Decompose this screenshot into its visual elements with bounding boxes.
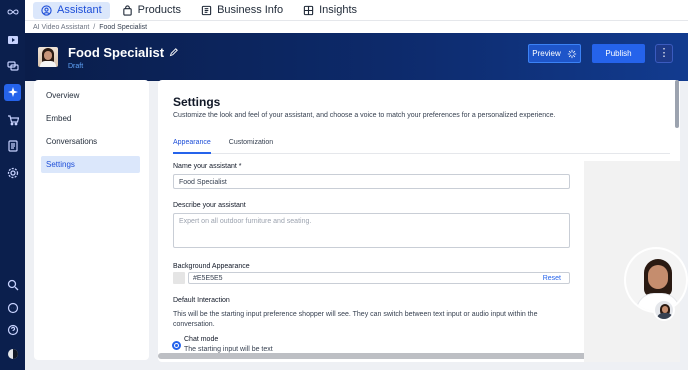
settings-tabs: Appearance Customization: [173, 136, 670, 154]
document-icon[interactable]: [4, 137, 21, 154]
user-avatar-icon[interactable]: [4, 345, 21, 362]
bag-icon: [122, 4, 132, 16]
pencil-icon[interactable]: [169, 48, 178, 57]
reset-button[interactable]: Reset: [543, 275, 561, 282]
tab-insights[interactable]: Insights: [295, 2, 365, 19]
breadcrumb-current: Food Specialist: [99, 23, 148, 31]
book-icon: [201, 5, 212, 15]
tab-assistant[interactable]: Assistant: [33, 1, 110, 19]
tab-customization[interactable]: Customization: [229, 136, 273, 154]
preview-label: Preview: [532, 49, 561, 58]
horizontal-scrollbar[interactable]: [158, 353, 620, 359]
publish-button[interactable]: Publish: [592, 44, 645, 63]
assistant-name: Food Specialist: [68, 45, 165, 60]
tab-label: Insights: [319, 4, 358, 16]
left-rail: [0, 0, 25, 370]
status-badge: Draft: [68, 63, 84, 70]
subnav-item-overview[interactable]: Overview: [41, 87, 140, 104]
sparkle-icon: [567, 49, 576, 58]
tab-business-info[interactable]: Business Info: [193, 2, 291, 19]
cart-icon[interactable]: [4, 111, 21, 128]
preview-button[interactable]: Preview: [528, 44, 581, 63]
background-label: Background Appearance: [173, 263, 250, 270]
chat-mode-subtitle: The starting input will be text: [184, 346, 273, 353]
chat-mode-radio[interactable]: [172, 341, 181, 350]
interaction-help-text: This will be the starting input preferen…: [173, 311, 538, 328]
chat-bubbles-icon[interactable]: [4, 57, 21, 74]
describe-label: Describe your assistant: [173, 202, 246, 209]
assistant-icon: [41, 4, 52, 16]
video-icon[interactable]: [4, 31, 21, 48]
mini-avatar[interactable]: [653, 299, 675, 321]
breadcrumb-root[interactable]: AI Video Assistant: [33, 24, 89, 31]
infinity-logo-icon[interactable]: [4, 3, 21, 20]
subnav-item-settings[interactable]: Settings: [41, 156, 140, 173]
assistant-sparkle-icon[interactable]: [4, 84, 21, 101]
top-nav: Assistant Products Business Info Insight…: [25, 0, 688, 21]
page-title: Food Specialist: [68, 45, 178, 60]
chart-icon: [303, 5, 314, 15]
search-icon[interactable]: [4, 276, 21, 293]
tab-label: Products: [137, 4, 182, 16]
tab-label: Business Info: [217, 4, 284, 16]
assistant-avatar: [38, 47, 58, 67]
help-icon[interactable]: [4, 321, 21, 338]
subnav-item-conversations[interactable]: Conversations: [41, 133, 140, 150]
background-color-value: #E5E5E5: [193, 275, 223, 282]
tab-products[interactable]: Products: [114, 2, 189, 19]
assistant-header: Food Specialist Draft Preview Publish ⋮: [25, 33, 688, 81]
chat-icon[interactable]: [4, 299, 21, 316]
gear-icon[interactable]: [4, 164, 21, 181]
vertical-scrollbar[interactable]: [675, 80, 679, 128]
assistant-name-input[interactable]: Food Specialist: [173, 174, 570, 189]
color-swatch[interactable]: [173, 272, 185, 284]
breadcrumb-separator: /: [93, 23, 96, 31]
settings-description: Customize the look and feel of your assi…: [173, 112, 556, 119]
tab-appearance[interactable]: Appearance: [173, 136, 211, 154]
chat-mode-title: Chat mode: [184, 336, 219, 343]
background-color-input[interactable]: #E5E5E5 Reset: [188, 272, 570, 284]
assistant-subnav: Overview Embed Conversations Settings: [34, 80, 149, 360]
tab-label: Assistant: [57, 4, 102, 16]
settings-title: Settings: [173, 95, 221, 109]
subnav-item-embed[interactable]: Embed: [41, 110, 140, 127]
assistant-description-textarea[interactable]: Expert on all outdoor furniture and seat…: [173, 213, 570, 248]
breadcrumb: AI Video Assistant / Food Specialist: [25, 21, 688, 33]
more-options-button[interactable]: ⋮: [655, 44, 673, 63]
name-label: Name your assistant *: [173, 163, 242, 170]
interaction-label: Default Interaction: [173, 297, 230, 304]
